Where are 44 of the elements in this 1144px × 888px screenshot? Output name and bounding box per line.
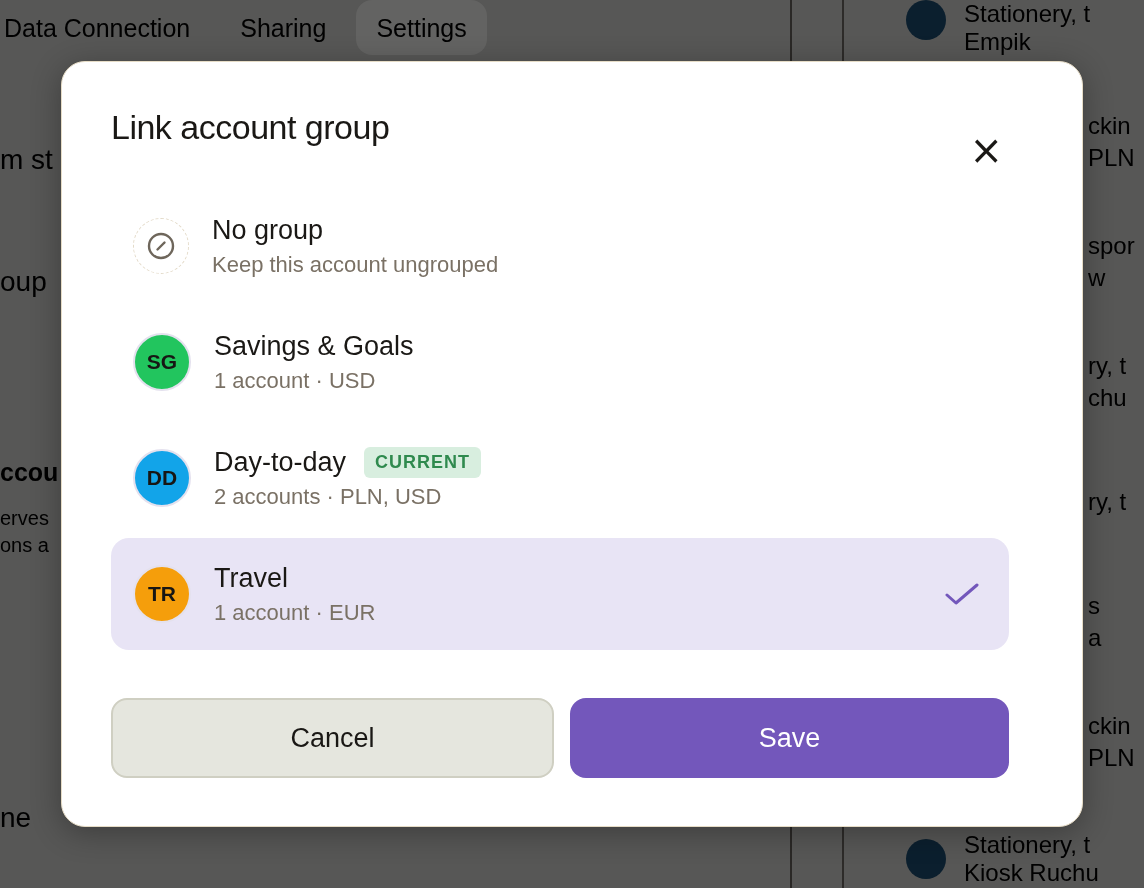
transaction-title: ry, t: [1088, 352, 1127, 380]
transaction-title: Stationery, t: [964, 831, 1092, 859]
group-option[interactable]: TR Travel 1 account · EUR: [111, 538, 1009, 650]
cancel-button[interactable]: Cancel: [111, 698, 554, 778]
current-badge: CURRENT: [364, 446, 482, 478]
transaction-title: Stationery, t: [964, 0, 1091, 28]
avatar: [906, 0, 946, 40]
group-option[interactable]: DD Day-to-day CURRENT 2 accounts · PLN, USD: [111, 422, 1009, 534]
setting-label: m st: [0, 144, 53, 176]
close-button[interactable]: ×: [963, 130, 1009, 170]
transaction-title: spor: [1088, 232, 1135, 260]
transaction-merchant: PLN: [1088, 744, 1135, 772]
transaction-merchant: Empik: [964, 28, 1032, 56]
transaction-title: ry, t: [1088, 488, 1127, 516]
group-option[interactable]: No group Keep this account ungrouped: [111, 190, 1009, 302]
group-name: No group: [212, 214, 324, 246]
group-name: Travel: [214, 562, 288, 594]
checkmark-icon: [945, 582, 979, 606]
transaction-merchant: w: [1088, 264, 1107, 292]
description-text: ons a: [0, 534, 49, 557]
setting-label: oup: [0, 266, 47, 298]
group-avatar: TR: [133, 565, 191, 623]
group-name: Savings & Goals: [214, 330, 414, 362]
group-name: Day-to-day: [214, 446, 347, 478]
transaction-merchant: chu: [1088, 384, 1127, 412]
setting-label: ne: [0, 802, 32, 834]
transaction-title: s: [1088, 592, 1101, 620]
group-details: 1 account · EUR: [214, 599, 377, 626]
dialog-title: Link account group: [111, 108, 390, 147]
transaction-merchant: Kiosk Ruchu: [964, 859, 1099, 887]
transaction-merchant: a: [1088, 624, 1102, 652]
transaction-merchant: PLN: [1088, 144, 1135, 172]
transaction-title: ckin: [1088, 712, 1132, 740]
section-heading: ccou: [0, 458, 59, 487]
description-text: erves: [0, 507, 49, 530]
group-details: 2 accounts · PLN, USD: [214, 483, 443, 510]
group-details: 1 account · USD: [214, 367, 377, 394]
group-avatar: DD: [133, 449, 191, 507]
group-option[interactable]: SG Savings & Goals 1 account · USD: [111, 306, 1009, 418]
group-avatar: SG: [133, 333, 191, 391]
save-button[interactable]: Save: [570, 698, 1009, 778]
avatar: [906, 839, 946, 879]
group-details: Keep this account ungrouped: [212, 251, 500, 278]
transaction-title: ckin: [1088, 112, 1132, 140]
